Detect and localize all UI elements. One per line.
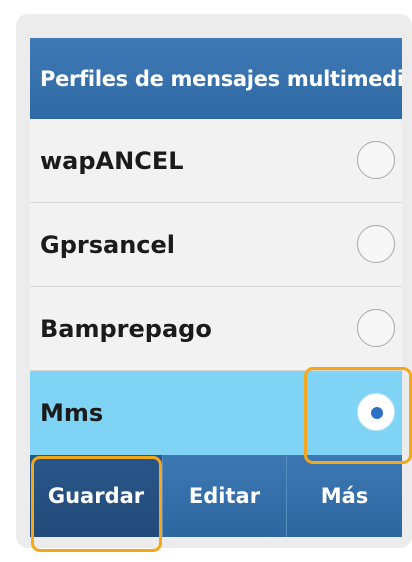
list-item-mms[interactable]: Mms bbox=[30, 371, 402, 455]
radio-button-selected[interactable] bbox=[357, 393, 395, 431]
radio-button[interactable] bbox=[357, 309, 395, 347]
radio-button[interactable] bbox=[357, 141, 395, 179]
list-item-label: Gprsancel bbox=[40, 231, 176, 259]
radio-button[interactable] bbox=[357, 225, 395, 263]
radio-dot-icon bbox=[371, 407, 383, 419]
phone-screen: Perfiles de mensajes multimedia wapANCEL… bbox=[30, 38, 402, 537]
edit-button[interactable]: Editar bbox=[162, 455, 286, 537]
more-button[interactable]: Más bbox=[286, 455, 402, 537]
list-item-bamprepago[interactable]: Bamprepago bbox=[30, 287, 402, 371]
page-title: Perfiles de mensajes multimedia bbox=[30, 38, 402, 119]
list-item-label: Bamprepago bbox=[40, 315, 212, 343]
list-item-label: wapANCEL bbox=[40, 147, 184, 175]
list-item-wapancel[interactable]: wapANCEL bbox=[30, 119, 402, 203]
list-item-gprsancel[interactable]: Gprsancel bbox=[30, 203, 402, 287]
list-item-label: Mms bbox=[40, 399, 104, 427]
save-button[interactable]: Guardar bbox=[30, 455, 162, 537]
softkey-bar: Guardar Editar Más bbox=[30, 455, 402, 537]
